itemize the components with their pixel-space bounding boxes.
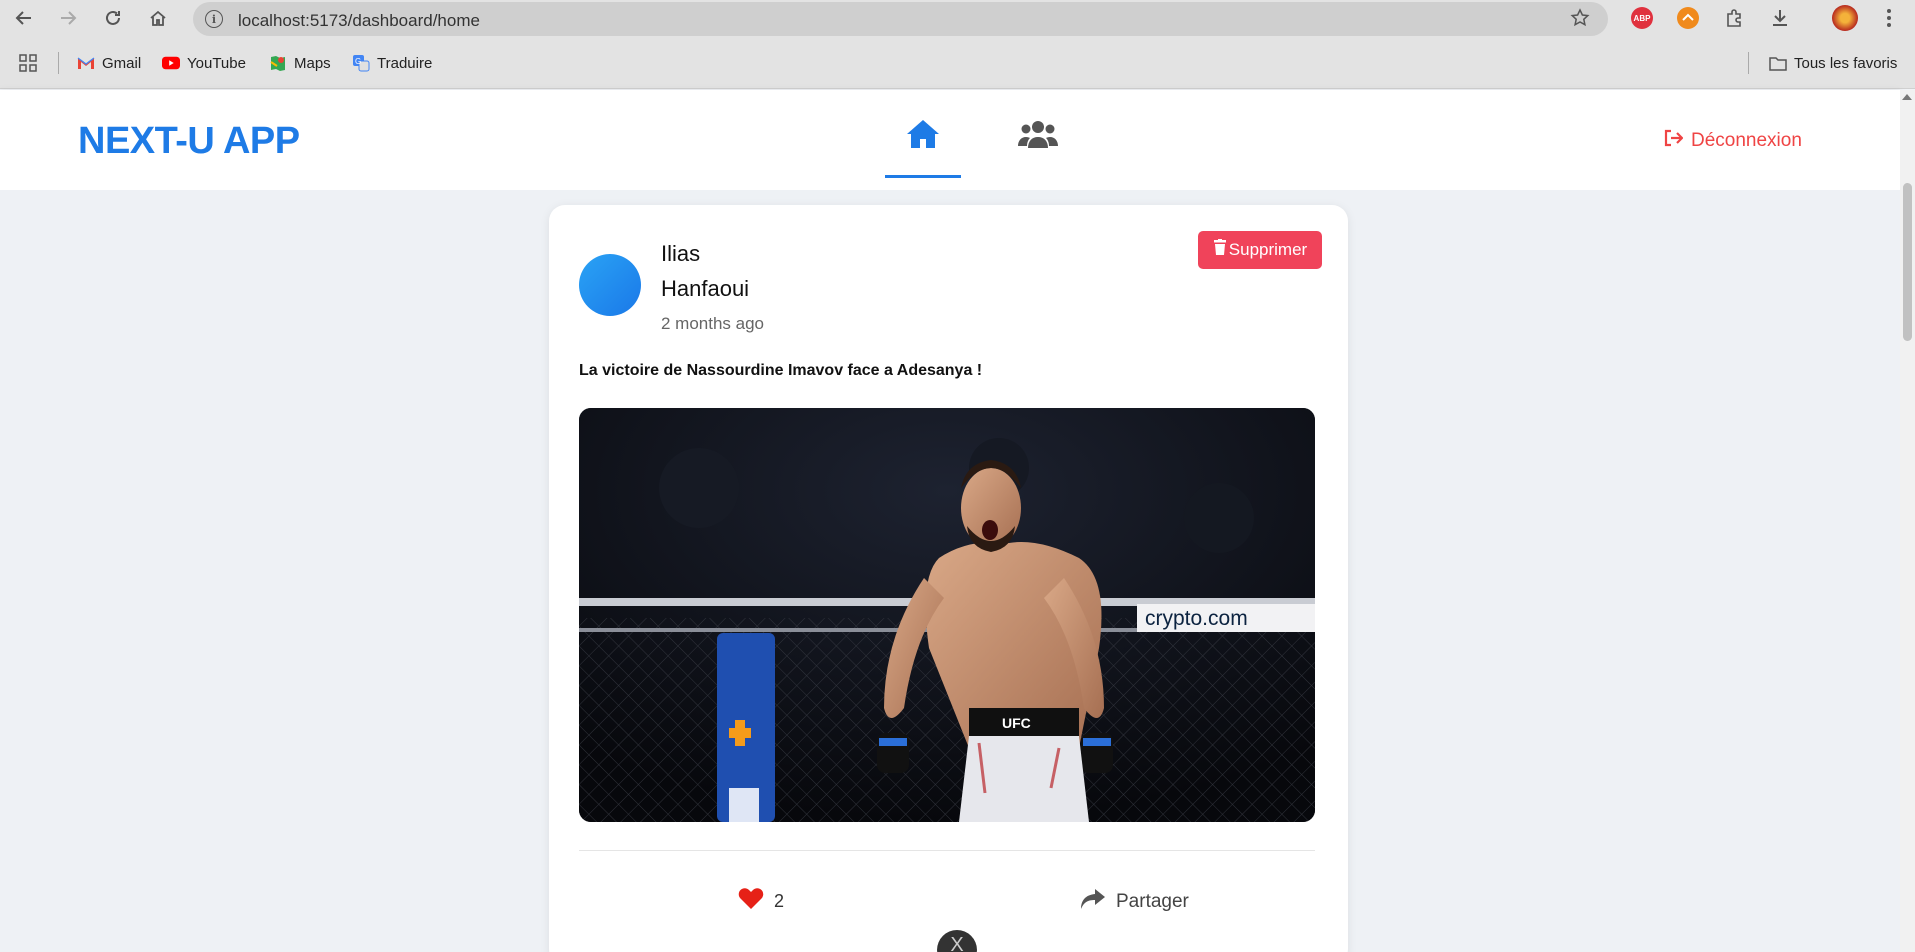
translate-icon: G [352,55,370,72]
bookmark-label: Gmail [102,54,142,72]
adblock-extension-icon[interactable]: ABP [1631,7,1653,29]
share-button[interactable]: Partager [1080,888,1189,916]
folder-icon [1769,55,1787,71]
share-arrow-icon [1080,888,1106,916]
users-group-icon [1018,118,1058,178]
scroll-thumb[interactable] [1903,183,1912,341]
menu-dots-icon[interactable] [1877,6,1901,30]
profile-avatar[interactable] [1832,5,1858,31]
floating-close-label: X [950,934,964,952]
delete-button[interactable]: Supprimer [1198,231,1322,269]
adblock-label: ABP [1633,13,1651,23]
youtube-icon [162,55,180,71]
scrollbar[interactable] [1900,90,1915,952]
bookmarks-bar: Gmail YouTube Maps G Traduire Tous les f… [0,37,1915,89]
reload-icon[interactable] [101,6,125,30]
image-shorts-text: UFC [1002,715,1031,731]
apps-grid-icon[interactable] [19,53,37,73]
post-image[interactable]: crypto.com UFC [579,408,1315,822]
app-header: NEXT-U APP Déconnexion [0,90,1900,190]
bookmark-maps[interactable]: Maps [269,53,331,73]
site-info-icon[interactable]: i [205,10,223,28]
back-icon[interactable] [12,6,36,30]
like-button[interactable]: 2 [738,888,784,915]
logout-button[interactable]: Déconnexion [1663,128,1802,154]
image-banner-text: crypto.com [1145,607,1248,630]
address-bar[interactable]: i localhost:5173/dashboard/home [193,2,1608,36]
url-text[interactable]: localhost:5173/dashboard/home [238,11,480,31]
bookmark-label: Maps [294,54,331,72]
like-count: 2 [774,891,785,911]
download-icon[interactable] [1768,6,1792,30]
post-card: Ilias Hanfaoui 2 months ago Supprimer La… [549,205,1348,952]
avatar[interactable] [579,254,641,316]
bookmark-gmail[interactable]: Gmail [77,53,141,73]
forward-icon[interactable] [56,6,80,30]
extensions-puzzle-icon[interactable] [1722,6,1746,30]
author-last-name[interactable]: Hanfaoui [661,276,749,302]
trash-icon [1213,239,1227,261]
bookmark-youtube[interactable]: YouTube [162,53,246,73]
share-label: Partager [1116,891,1189,912]
gmail-icon [77,55,95,71]
all-bookmarks-label: Tous les favoris [1794,54,1898,72]
home-icon[interactable] [146,6,170,30]
sign-out-icon [1663,128,1684,154]
bookmark-label: YouTube [187,54,246,72]
post-time: 2 months ago [661,314,765,333]
heart-icon [738,888,764,915]
app-logo[interactable]: NEXT-U APP [78,120,300,163]
nav-tab-friends[interactable] [1000,118,1076,178]
bookmark-label: Traduire [377,54,433,72]
logout-label: Déconnexion [1691,130,1802,151]
scroll-up-icon[interactable] [1902,94,1912,100]
nav-tab-home[interactable] [885,118,961,178]
delete-label: Supprimer [1228,240,1308,259]
post-text: La victoire de Nassourdine Imavov face a… [579,362,983,379]
divider [579,850,1315,851]
author-first-name[interactable]: Ilias [661,241,700,267]
all-bookmarks[interactable]: Tous les favoris [1769,53,1897,73]
extension-icon[interactable] [1677,7,1699,29]
svg-text:G: G [355,57,361,66]
maps-icon [269,55,287,71]
bookmark-translate[interactable]: G Traduire [352,53,432,73]
bookmark-star-icon[interactable] [1570,8,1590,33]
home-icon [905,118,941,175]
browser-toolbar: i localhost:5173/dashboard/home ABP [0,0,1915,37]
